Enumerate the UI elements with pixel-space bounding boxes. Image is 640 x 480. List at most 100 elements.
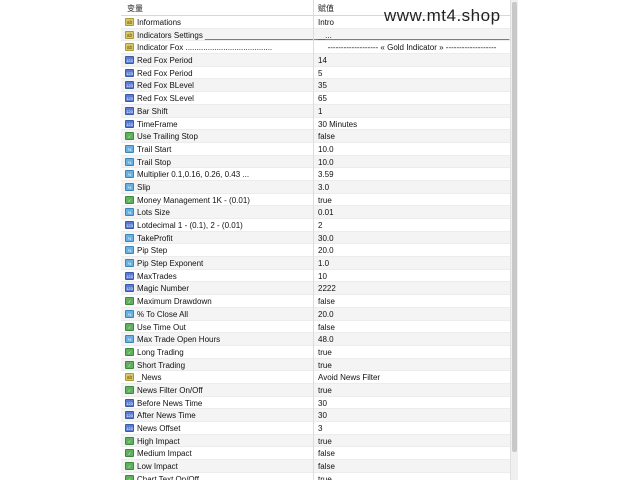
integer-type-icon: 123 (125, 68, 134, 77)
table-row[interactable]: 123 News Offset 3 (121, 422, 510, 435)
table-row[interactable]: 123 Red Fox BLevel 35 (121, 79, 510, 93)
table-row[interactable]: 123 TimeFrame 30 Minutes (121, 118, 510, 131)
double-type-icon: ½ (125, 309, 134, 318)
parameter-value[interactable]: 48.0 (318, 335, 334, 344)
boolean-type-icon: ✓ (125, 297, 134, 306)
parameter-value[interactable]: Avoid News Filter (318, 373, 380, 382)
table-row[interactable]: ½ Trail Start 10.0 (121, 143, 510, 156)
boolean-type-icon: ✓ (125, 132, 134, 141)
parameter-value[interactable]: ------------------- « Gold Indicator » -… (318, 43, 506, 52)
parameter-value[interactable]: 20.0 (318, 310, 334, 319)
parameter-value[interactable]: true (318, 386, 332, 395)
table-row[interactable]: 123 After News Time 30 (121, 409, 510, 422)
table-row[interactable]: ✓ Short Trading true (121, 358, 510, 372)
parameter-value[interactable]: false (318, 132, 335, 141)
table-row[interactable]: ✓ News Filter On/Off true (121, 383, 510, 397)
parameter-value[interactable]: true (318, 196, 332, 205)
table-row[interactable]: ✓ Use Time Out false (121, 321, 510, 334)
parameter-value[interactable]: 1.0 (318, 259, 329, 268)
parameter-value[interactable]: 10.0 (318, 158, 334, 167)
double-type-icon: ½ (125, 233, 134, 242)
table-row[interactable]: 123 MaxTrades 10 (121, 270, 510, 283)
parameter-name: MaxTrades (137, 271, 177, 281)
parameter-value[interactable]: 3.59 (318, 170, 334, 179)
parameter-value[interactable]: 14 (318, 56, 327, 65)
table-row[interactable]: ✓ High Impact true (121, 434, 510, 448)
parameter-value[interactable]: true (318, 348, 332, 357)
table-row[interactable]: ab Indicators Settings __________________… (121, 28, 510, 42)
parameter-value[interactable]: false (318, 323, 335, 332)
table-row[interactable]: 123 Red Fox SLevel 65 (121, 92, 510, 105)
parameter-value[interactable]: true (318, 437, 332, 446)
vertical-scrollbar[interactable] (510, 0, 518, 480)
parameter-value[interactable]: true (318, 475, 332, 480)
parameter-name: High Impact (137, 436, 180, 446)
parameter-value[interactable]: 0.01 (318, 208, 334, 217)
parameter-name: Trail Stop (137, 157, 171, 167)
table-row[interactable]: 123 Lotdecimal 1 - (0.1), 2 - (0.01) 2 (121, 219, 510, 232)
parameter-value[interactable]: 65 (318, 94, 327, 103)
parameter-value[interactable]: 5 (318, 69, 322, 78)
parameter-value[interactable]: ________________________________________… (318, 31, 509, 40)
parameter-value[interactable]: 2222 (318, 284, 336, 293)
table-row[interactable]: 123 Red Fox Period 14 (121, 54, 510, 67)
table-row[interactable]: ½ Pip Step Exponent 1.0 (121, 257, 510, 270)
parameter-name: Max Trade Open Hours (137, 335, 221, 345)
table-row[interactable]: 123 Bar Shift 1 (121, 104, 510, 118)
table-row[interactable]: ½ Pip Step 20.0 (121, 244, 510, 258)
parameter-name: Red Fox Period (137, 68, 193, 78)
parameter-name: Red Fox BLevel (137, 81, 194, 91)
table-row[interactable]: ab _News Avoid News Filter (121, 371, 510, 384)
table-row[interactable]: ✓ Money Management 1K - (0.01) true (121, 194, 510, 207)
parameter-value[interactable]: false (318, 297, 335, 306)
table-row[interactable]: ½ Multiplier 0.1,0.16, 0.26, 0.43 ... 3.59 (121, 168, 510, 181)
table-row[interactable]: ½ Max Trade Open Hours 48.0 (121, 333, 510, 346)
table-row[interactable]: ab Indicator Fox ........................… (121, 41, 510, 55)
table-row[interactable]: ✓ Use Trailing Stop false (121, 130, 510, 143)
table-row[interactable]: ½% To Close All 20.0 (121, 307, 510, 321)
parameter-value[interactable]: 20.0 (318, 246, 334, 255)
table-row[interactable]: ✓ Long Trading true (121, 346, 510, 359)
integer-type-icon: 123 (125, 411, 134, 420)
table-row[interactable]: ✓ Chart Text On/Off true (121, 473, 510, 480)
table-row[interactable]: 123 Before News Time 30 (121, 397, 510, 410)
integer-type-icon: 123 (125, 271, 134, 280)
double-type-icon: ½ (125, 259, 134, 268)
double-type-icon: ½ (125, 335, 134, 344)
boolean-type-icon: ✓ (125, 385, 134, 394)
table-row[interactable]: ✓ Medium Impact false (121, 447, 510, 461)
table-row[interactable]: ✓ Low Impact false (121, 460, 510, 473)
column-divider[interactable] (313, 0, 314, 480)
parameter-value[interactable]: 30 (318, 411, 327, 420)
table-row[interactable]: ½ Trail Stop 10.0 (121, 155, 510, 169)
parameter-value[interactable]: false (318, 462, 335, 471)
column-header-variable[interactable]: 变量 (127, 3, 143, 14)
parameter-name: Pip Step (137, 246, 168, 256)
scrollbar-thumb[interactable] (512, 2, 517, 452)
parameter-name: Lotdecimal 1 - (0.1), 2 - (0.01) (137, 221, 243, 230)
parameter-value[interactable]: 3 (318, 424, 322, 433)
parameter-value[interactable]: 30 (318, 399, 327, 408)
parameter-value[interactable]: true (318, 361, 332, 370)
column-header-value[interactable]: 赋值 (318, 3, 334, 14)
parameter-value[interactable]: 3.0 (318, 183, 329, 192)
table-row[interactable]: ½ Slip 3.0 (121, 180, 510, 194)
boolean-type-icon: ✓ (125, 436, 134, 445)
string-type-icon: ab (125, 43, 134, 52)
parameter-value[interactable]: Intro (318, 18, 334, 27)
table-row[interactable]: 123 Red Fox Period 5 (121, 67, 510, 80)
parameter-name: TakeProfit (137, 233, 173, 243)
parameter-value[interactable]: 10.0 (318, 145, 334, 154)
parameter-value[interactable]: 35 (318, 81, 327, 90)
parameter-value[interactable]: false (318, 449, 335, 458)
table-row[interactable]: ½ TakeProfit 30.0 (121, 231, 510, 245)
parameter-value[interactable]: 30 Minutes (318, 120, 357, 129)
table-row[interactable]: 123 Magic Number 2222 (121, 282, 510, 296)
table-row[interactable]: ✓ Maximum Drawdown false (121, 295, 510, 308)
parameter-value[interactable]: 30.0 (318, 234, 334, 243)
parameter-value[interactable]: 1 (318, 107, 322, 116)
parameter-value[interactable]: 10 (318, 272, 327, 281)
table-row[interactable]: ½ Lots Size 0.01 (121, 206, 510, 219)
parameter-name: Multiplier 0.1,0.16, 0.26, 0.43 ... (137, 170, 250, 180)
parameter-value[interactable]: 2 (318, 221, 322, 230)
